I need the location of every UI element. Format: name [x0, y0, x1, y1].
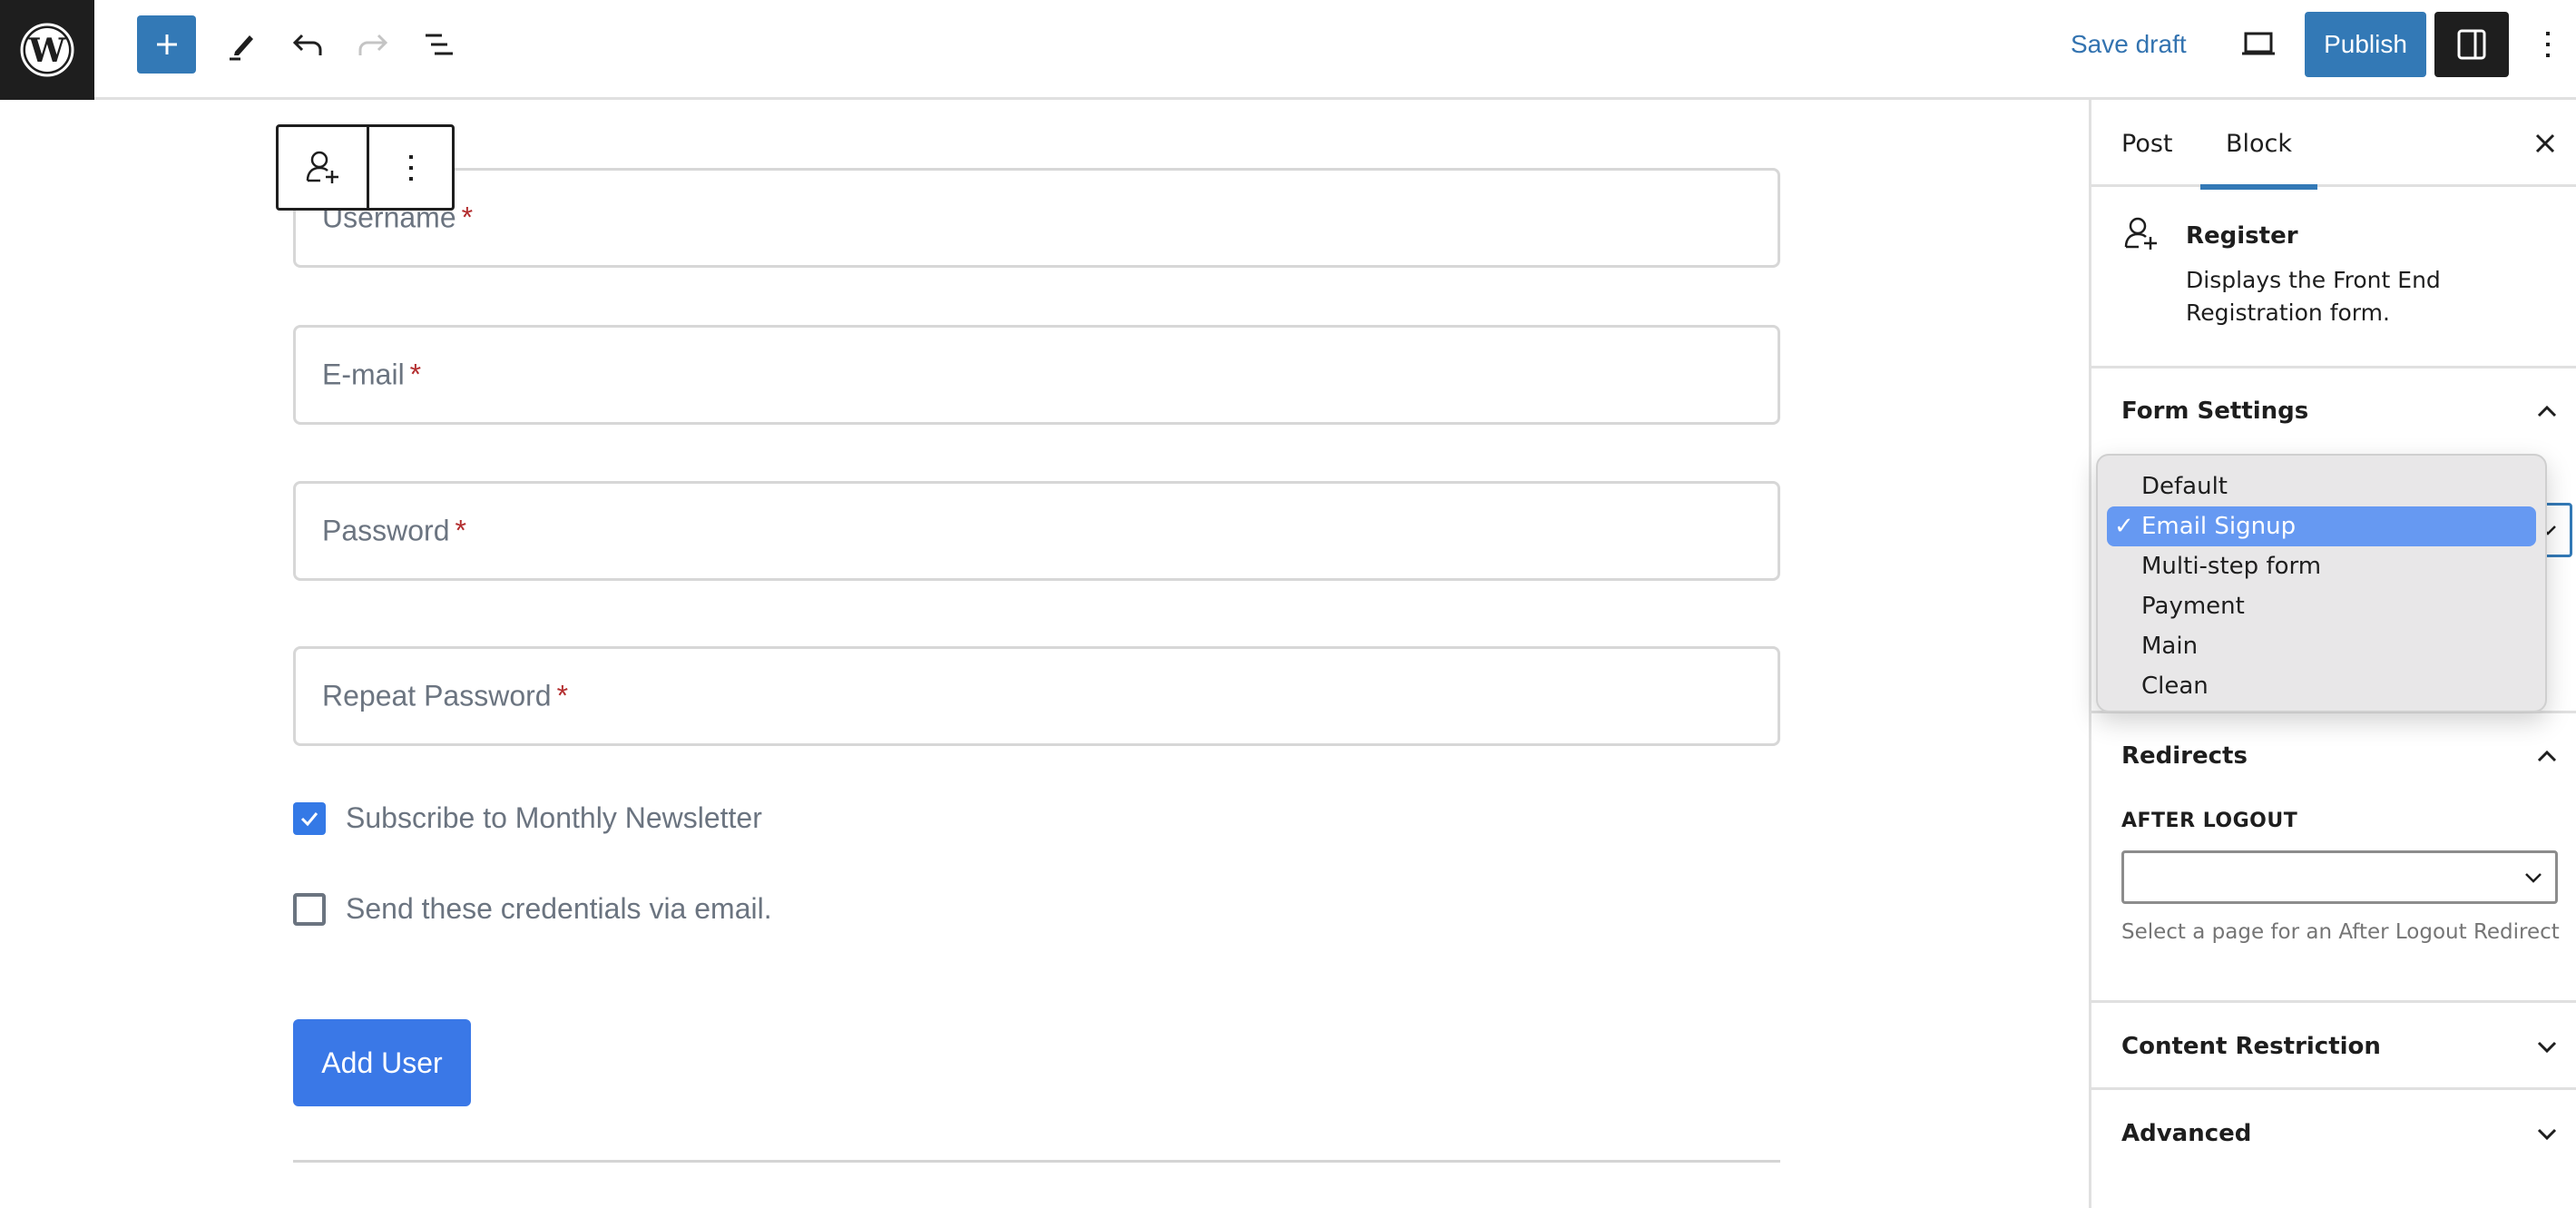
chevron-down-icon [2525, 872, 2542, 883]
list-view-icon [426, 34, 453, 55]
after-logout-help: Select a page for an After Logout Redire… [2121, 920, 2560, 944]
block-card: Register Displays the Front End Registra… [2091, 187, 2576, 368]
required-marker: * [455, 514, 466, 547]
chevron-down-icon [2537, 1128, 2557, 1141]
checkmark-icon: ✓ [2114, 513, 2134, 540]
panel-content-restriction-title: Content Restriction [2121, 1033, 2381, 1060]
block-inserter-button[interactable] [137, 15, 196, 74]
publish-button[interactable]: Publish [2305, 12, 2426, 77]
kebab-icon [2546, 32, 2550, 57]
chevron-down-icon [2537, 1041, 2557, 1054]
username-field[interactable]: Username * [293, 168, 1780, 268]
option-clean[interactable]: Clean [2107, 666, 2536, 706]
options-button[interactable] [2532, 24, 2564, 65]
send-credentials-checkbox-row: Send these credentials via email. [293, 892, 772, 926]
redo-button[interactable] [352, 24, 394, 65]
chevron-up-icon [2537, 405, 2557, 417]
panel-advanced-toggle[interactable]: Advanced [2091, 1106, 2576, 1161]
user-add-icon [2124, 217, 2157, 250]
undo-button[interactable] [287, 24, 328, 65]
send-credentials-label: Send these credentials via email. [346, 892, 772, 925]
kebab-icon [408, 154, 413, 181]
tools-button[interactable] [221, 24, 263, 65]
block-type-button[interactable] [279, 127, 367, 208]
redo-icon [358, 34, 388, 55]
panel-content-restriction-toggle[interactable]: Content Restriction [2091, 1019, 2576, 1074]
svg-text:W: W [28, 32, 66, 70]
plus-icon [156, 34, 177, 54]
add-user-button[interactable]: Add User [293, 1019, 471, 1106]
newsletter-checkbox-row: Subscribe to Monthly Newsletter [293, 801, 762, 835]
close-icon [2535, 133, 2555, 153]
tab-block[interactable]: Block [2200, 100, 2317, 190]
panel-advanced-title: Advanced [2121, 1120, 2252, 1147]
user-add-icon [306, 151, 338, 183]
sidebar-toggle-icon [2457, 29, 2486, 60]
checkmark-icon [300, 811, 318, 826]
repeat-password-field[interactable]: Repeat Password * [293, 646, 1780, 746]
option-email-signup[interactable]: ✓ Email Signup [2107, 506, 2536, 546]
block-title: Register [2186, 222, 2298, 250]
laptop-icon [2242, 32, 2275, 55]
sidebar-tabs: Post Block [2091, 100, 2576, 190]
tab-post[interactable]: Post [2121, 100, 2173, 187]
required-marker: * [409, 358, 422, 391]
panel-form-settings-title: Form Settings [2121, 398, 2309, 425]
password-field[interactable]: Password * [293, 481, 1780, 581]
newsletter-checkbox[interactable] [293, 801, 326, 835]
newsletter-label: Subscribe to Monthly Newsletter [346, 801, 762, 834]
block-toolbar [276, 124, 455, 211]
form-select-dropdown: Default ✓ Email Signup Multi-step form Pa… [2096, 454, 2547, 712]
panel-divider [2091, 1087, 2576, 1090]
block-options-button[interactable] [367, 127, 452, 208]
separator [293, 1160, 1780, 1163]
send-credentials-checkbox[interactable] [293, 892, 326, 926]
required-marker: * [556, 679, 569, 712]
after-logout-select[interactable] [2121, 850, 2558, 904]
wordpress-logo-icon: W [20, 23, 74, 77]
panel-form-settings-toggle[interactable]: Form Settings [2091, 384, 2576, 438]
option-default[interactable]: Default [2107, 467, 2536, 506]
email-label: E-mail * [322, 358, 422, 391]
settings-toggle-button[interactable] [2434, 12, 2509, 77]
editor-header: W Save draft Publish [0, 0, 2576, 100]
option-multi-step-form[interactable]: Multi-step form [2107, 546, 2536, 586]
email-field[interactable]: E-mail * [293, 325, 1780, 425]
option-main[interactable]: Main [2107, 626, 2536, 666]
option-payment[interactable]: Payment [2107, 586, 2536, 626]
pencil-icon [230, 35, 253, 61]
required-marker: * [461, 201, 474, 234]
password-label: Password * [322, 514, 466, 547]
close-sidebar-button[interactable] [2525, 123, 2565, 163]
after-logout-label: AFTER LOGOUT [2121, 810, 2298, 832]
wordpress-logo[interactable]: W [0, 0, 94, 100]
block-description: Displays the Front End Registration form… [2186, 267, 2441, 326]
panel-redirects-title: Redirects [2121, 742, 2248, 770]
preview-button[interactable] [2238, 24, 2279, 65]
undo-icon [292, 34, 322, 55]
panel-divider [2091, 1000, 2576, 1003]
save-draft-button[interactable]: Save draft [2071, 24, 2187, 65]
chevron-up-icon [2537, 750, 2557, 762]
list-view-button[interactable] [417, 24, 459, 65]
repeat-password-label: Repeat Password * [322, 679, 569, 712]
panel-redirects-toggle[interactable]: Redirects [2091, 729, 2576, 783]
